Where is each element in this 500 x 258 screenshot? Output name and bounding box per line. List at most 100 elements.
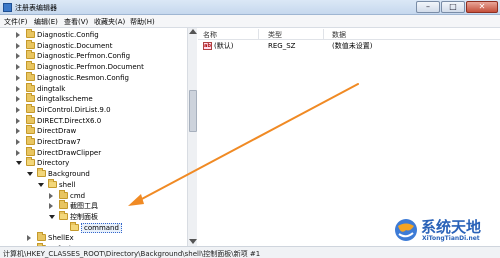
registry-key-tree[interactable]: Diagnostic.Config Diagnostic.Document Diag… (0, 28, 197, 246)
folder-icon (26, 103, 35, 113)
folder-icon (48, 178, 57, 188)
tree-item-label: DirectDrawClipper (37, 148, 102, 157)
tree-item-label: dingtalkscheme (37, 95, 93, 104)
tree-item-label: command (81, 222, 122, 233)
folder-icon (37, 168, 46, 178)
collapse-triangle-icon[interactable] (16, 85, 20, 92)
collapse-triangle-icon[interactable] (16, 42, 20, 49)
folder-icon (59, 189, 68, 199)
tree-item-label: 截图工具 (70, 202, 98, 211)
close-button[interactable]: ✕ (466, 1, 498, 13)
tree-item-label: Diagnostic.Config (37, 31, 99, 39)
tree-item[interactable]: Diagnostic.Perfmon.Config (0, 50, 188, 61)
tree-item-label: dingtalk (37, 84, 66, 93)
tree-item[interactable]: DirectDraw7 (0, 136, 188, 147)
tree-item[interactable]: Diagnostic.Document (0, 39, 188, 51)
tree-scrollbar[interactable] (187, 28, 197, 246)
value-data: (数值未设置) (332, 42, 373, 50)
folder-icon (37, 232, 46, 242)
tree-item-label: Diagnostic.Document (37, 41, 113, 50)
tree-item-label: DIRECT.DirectX6.0 (37, 116, 102, 125)
folder-icon (59, 200, 68, 210)
window-title: 注册表编辑器 (15, 4, 57, 12)
tree-item[interactable]: Diagnostic.Config (0, 29, 188, 40)
tree-item-label: ShellEx (48, 234, 74, 243)
tree-item-label: 控制面板 (70, 212, 98, 221)
tree-item-label: shell (59, 180, 76, 189)
menu-help[interactable]: 帮助(H) (130, 17, 155, 27)
tree-item[interactable]: cmd (0, 189, 188, 201)
collapse-triangle-icon[interactable] (16, 128, 20, 135)
collapse-triangle-icon[interactable] (16, 106, 20, 113)
globe-logo-icon (395, 219, 417, 241)
regedit-app-icon (3, 3, 12, 12)
collapse-triangle-icon[interactable] (49, 192, 53, 199)
collapse-triangle-icon[interactable] (16, 74, 20, 81)
collapse-triangle-icon[interactable] (16, 117, 20, 124)
collapse-triangle-icon[interactable] (16, 64, 20, 71)
value-name: (默认) (214, 42, 234, 50)
menu-favorites[interactable]: 收藏夹(A) (94, 17, 125, 27)
list-header: 名称 类型 数据 (198, 28, 500, 40)
tree-item[interactable]: DIRECT.DirectX6.0 (0, 114, 188, 126)
watermark-logo: 系统天地 XiTongTianDi.net (393, 213, 500, 258)
column-data-header[interactable]: 数据 (332, 30, 346, 40)
tree-item[interactable]: command (0, 221, 188, 233)
expand-triangle-icon[interactable] (49, 214, 55, 219)
tree-item[interactable]: Directory (0, 157, 188, 168)
folder-icon (26, 93, 35, 103)
tree-item-label: cmd (70, 191, 86, 200)
collapse-triangle-icon[interactable] (16, 53, 20, 60)
scroll-up-icon[interactable] (189, 29, 197, 34)
folder-icon (59, 210, 68, 220)
expand-triangle-icon[interactable] (16, 161, 22, 166)
folder-icon (26, 82, 35, 92)
tree-item[interactable]: dingtalk (0, 82, 188, 94)
maximize-button[interactable]: □ (441, 1, 465, 13)
expand-triangle-icon[interactable] (27, 172, 33, 177)
tree-item[interactable]: shell (0, 178, 188, 190)
column-type-header[interactable]: 类型 (268, 30, 282, 40)
collapse-triangle-icon[interactable] (16, 139, 20, 145)
tree-item[interactable]: Diagnostic.Resmon.Config (0, 71, 188, 83)
value-row[interactable]: ab (默认) REG_SZ (数值未设置) (198, 41, 500, 51)
tree-item[interactable]: DirectDrawClipper (0, 146, 188, 158)
menu-file[interactable]: 文件(F) (4, 17, 28, 27)
menu-view[interactable]: 查看(V) (64, 17, 88, 27)
tree-item-label: Diagnostic.Perfmon.Config (37, 52, 131, 61)
tree-item[interactable]: 控制面板 (0, 210, 188, 222)
string-value-icon: ab (203, 42, 212, 50)
folder-icon (70, 221, 79, 231)
collapse-triangle-icon[interactable] (27, 235, 31, 242)
column-divider[interactable] (323, 29, 324, 39)
expand-triangle-icon[interactable] (38, 182, 44, 187)
folder-icon (26, 29, 35, 38)
folder-icon (26, 114, 35, 124)
menu-edit[interactable]: 编辑(E) (34, 17, 58, 27)
column-divider[interactable] (258, 29, 259, 39)
column-name-header[interactable]: 名称 (203, 30, 217, 40)
folder-icon (26, 125, 35, 135)
tree-item[interactable]: ShellEx (0, 232, 188, 243)
tree-item-label: DirControl.DirList.9.0 (37, 105, 111, 114)
tree-item-label: Diagnostic.Resmon.Config (37, 73, 129, 82)
tree-item-label: Directory (37, 159, 70, 168)
tree-item[interactable]: dingtalkscheme (0, 93, 188, 104)
collapse-triangle-icon[interactable] (49, 203, 53, 210)
collapse-triangle-icon[interactable] (16, 96, 20, 103)
scroll-down-icon[interactable] (189, 239, 197, 244)
folder-icon (26, 157, 35, 167)
tree-item[interactable]: DirectDraw (0, 125, 188, 136)
tree-item[interactable]: 截图工具 (0, 200, 188, 211)
tree-item-label: Background (48, 170, 90, 179)
minimize-button[interactable]: – (416, 1, 440, 13)
tree-item[interactable]: Diagnostic.Perfmon.Document (0, 61, 188, 72)
tree-item[interactable]: Background (0, 168, 188, 179)
tree-item[interactable]: DirControl.DirList.9.0 (0, 103, 188, 115)
collapse-triangle-icon[interactable] (16, 32, 20, 38)
collapse-triangle-icon[interactable] (16, 149, 20, 156)
tree-item-label: DirectDraw (37, 127, 77, 136)
folder-icon (26, 71, 35, 81)
scroll-thumb[interactable] (189, 90, 197, 132)
folder-icon (26, 39, 35, 49)
